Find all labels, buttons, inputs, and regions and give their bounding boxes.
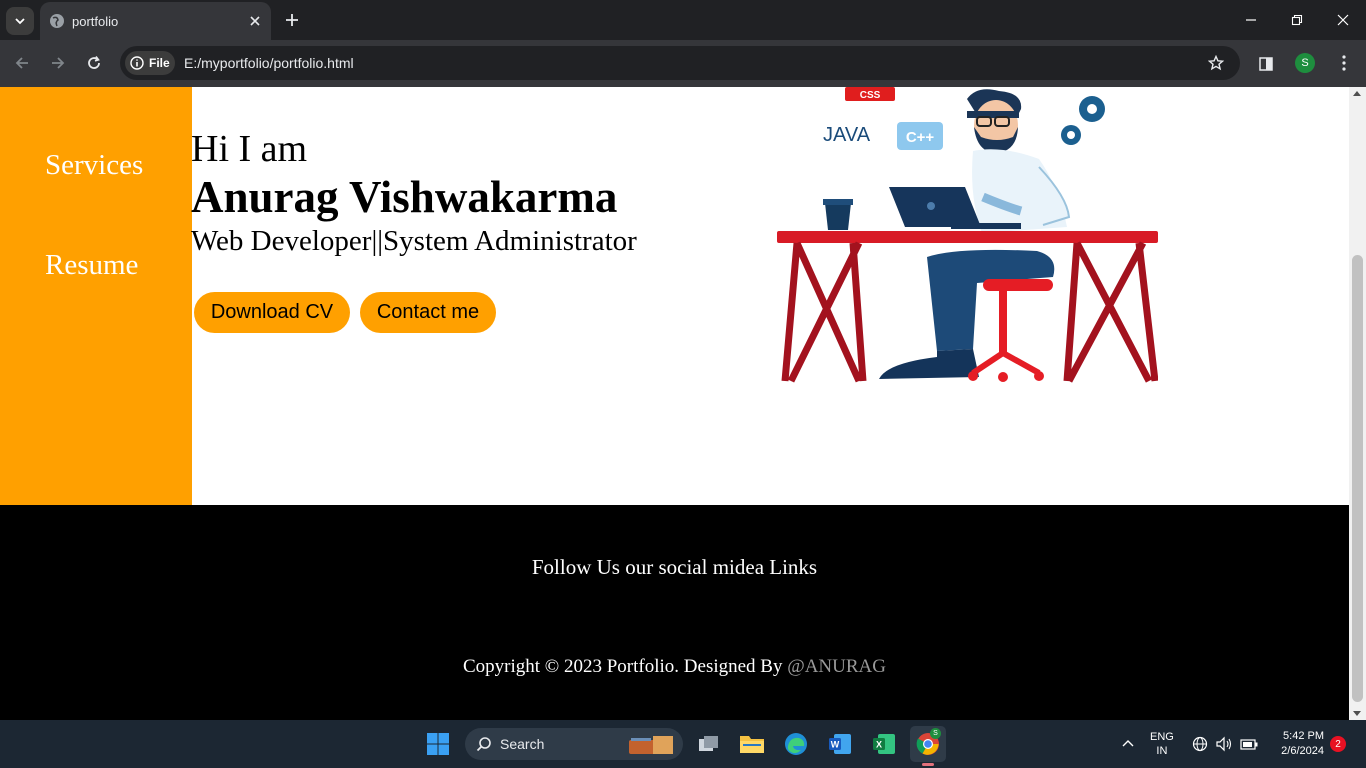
download-cv-button[interactable]: Download CV xyxy=(194,292,350,333)
hero-greeting: Hi I am xyxy=(191,128,308,170)
side-panel-icon xyxy=(1259,57,1273,71)
social-follow-heading: Follow Us our social midea Links xyxy=(531,555,818,579)
close-tab-button[interactable] xyxy=(247,13,263,29)
profile-avatar[interactable]: S xyxy=(1295,53,1315,73)
forward-button[interactable] xyxy=(47,52,69,74)
search-label: Search xyxy=(500,736,545,752)
close-window-button[interactable] xyxy=(1320,0,1366,40)
scroll-up-arrow-icon[interactable] xyxy=(1353,91,1361,96)
browser-tab-bar: portfolio xyxy=(0,0,1366,40)
task-view-button[interactable] xyxy=(692,728,724,760)
sidebar-link-resume[interactable]: Resume xyxy=(45,249,138,282)
date-text: 2/6/2024 xyxy=(1281,745,1324,757)
file-chip-label: File xyxy=(149,56,170,70)
clock[interactable]: 5:42 PM 2/6/2024 xyxy=(1270,729,1324,759)
svg-text:W: W xyxy=(831,740,840,750)
star-icon xyxy=(1208,55,1224,71)
reload-button[interactable] xyxy=(83,52,105,74)
edge-browser-button[interactable] xyxy=(780,728,812,760)
active-app-indicator xyxy=(922,763,934,766)
tab-search-button[interactable] xyxy=(6,7,34,35)
more-vertical-icon xyxy=(1342,55,1346,71)
notification-badge[interactable]: 2 xyxy=(1330,736,1346,752)
browser-tab[interactable]: portfolio xyxy=(40,2,271,40)
restore-button[interactable] xyxy=(1274,0,1320,40)
input-language-indicator[interactable]: ENG IN xyxy=(1150,730,1174,758)
chevron-up-icon[interactable] xyxy=(1121,737,1135,751)
region-code: IN xyxy=(1156,745,1168,757)
footer: Follow Us our social midea Links Copyrig… xyxy=(0,505,1349,720)
chevron-down-icon xyxy=(15,18,25,25)
side-panel-button[interactable] xyxy=(1256,54,1276,74)
scroll-down-arrow-icon[interactable] xyxy=(1353,711,1361,716)
chrome-button[interactable]: S xyxy=(910,726,946,766)
page-viewport: Services Resume Hi I am Anurag Vishwakar… xyxy=(0,87,1349,720)
hero-name: Anurag Vishwakarma xyxy=(191,172,618,222)
volume-icon[interactable] xyxy=(1215,736,1233,752)
site-info-chip[interactable]: File xyxy=(125,51,175,75)
copyright-text: Copyright © 2023 Portfolio. Designed By … xyxy=(0,656,1349,678)
sidebar-link-services[interactable]: Services xyxy=(45,149,143,182)
new-tab-button[interactable] xyxy=(282,10,302,30)
minimize-button[interactable] xyxy=(1228,0,1274,40)
address-bar[interactable]: File E:/myportfolio/portfolio.html xyxy=(120,46,1240,80)
arrow-right-icon xyxy=(52,57,65,69)
browser-menu-button[interactable] xyxy=(1334,52,1354,74)
svg-text:X: X xyxy=(876,740,882,750)
developer-illustration: CSS JAVA C++ xyxy=(777,87,1158,383)
close-icon xyxy=(250,16,260,26)
word-button[interactable]: W xyxy=(824,728,856,760)
author-link[interactable]: @ANURAG xyxy=(787,656,886,677)
network-globe-icon[interactable] xyxy=(1192,736,1208,752)
tab-title: portfolio xyxy=(72,14,119,29)
hero-role: Web Developer||System Administrator xyxy=(191,225,637,257)
time-text: 5:42 PM xyxy=(1283,730,1324,742)
browser-toolbar: File E:/myportfolio/portfolio.html S xyxy=(0,40,1366,87)
globe-icon xyxy=(50,14,64,28)
language-code: ENG xyxy=(1150,731,1174,743)
copyright-prefix: Copyright © 2023 Portfolio. Designed By xyxy=(462,656,783,677)
windows-start-icon[interactable] xyxy=(426,732,450,756)
edge-icon xyxy=(785,733,807,755)
hero-intro: Hi I am Anurag Vishwakarma Web Developer… xyxy=(191,127,637,259)
hero-buttons: Download CV Contact me xyxy=(194,292,496,333)
restore-icon xyxy=(1291,14,1303,26)
url-text[interactable]: E:/myportfolio/portfolio.html xyxy=(184,55,354,71)
bookmark-button[interactable] xyxy=(1206,53,1226,73)
excel-button[interactable]: X xyxy=(868,728,900,760)
cpp-label: C++ xyxy=(906,129,935,146)
windows-taskbar: Search W X S ENG IN 5:42 PM 2/6/2024 2 xyxy=(0,720,1366,768)
chrome-profile-badge: S xyxy=(930,728,941,739)
sidebar: Services Resume xyxy=(0,87,192,505)
arrow-left-icon xyxy=(15,57,28,69)
close-icon xyxy=(1337,14,1349,26)
css-label: CSS xyxy=(860,90,881,101)
battery-icon[interactable] xyxy=(1240,737,1258,751)
scrollbar-thumb[interactable] xyxy=(1352,255,1363,702)
page-scrollbar[interactable] xyxy=(1349,87,1366,720)
contact-me-button[interactable]: Contact me xyxy=(360,292,496,333)
word-icon: W xyxy=(829,734,851,754)
back-button[interactable] xyxy=(11,52,33,74)
info-icon xyxy=(130,56,144,70)
search-icon xyxy=(476,737,491,752)
reload-icon xyxy=(88,56,100,69)
excel-icon: X xyxy=(873,734,895,754)
folder-icon xyxy=(740,736,764,753)
plus-icon xyxy=(286,14,298,26)
search-highlight-icon xyxy=(629,736,673,754)
minimize-icon xyxy=(1246,19,1256,21)
file-explorer-button[interactable] xyxy=(736,728,768,760)
taskbar-search[interactable]: Search xyxy=(465,728,683,760)
task-view-icon xyxy=(699,736,718,751)
java-label: JAVA xyxy=(823,124,871,146)
